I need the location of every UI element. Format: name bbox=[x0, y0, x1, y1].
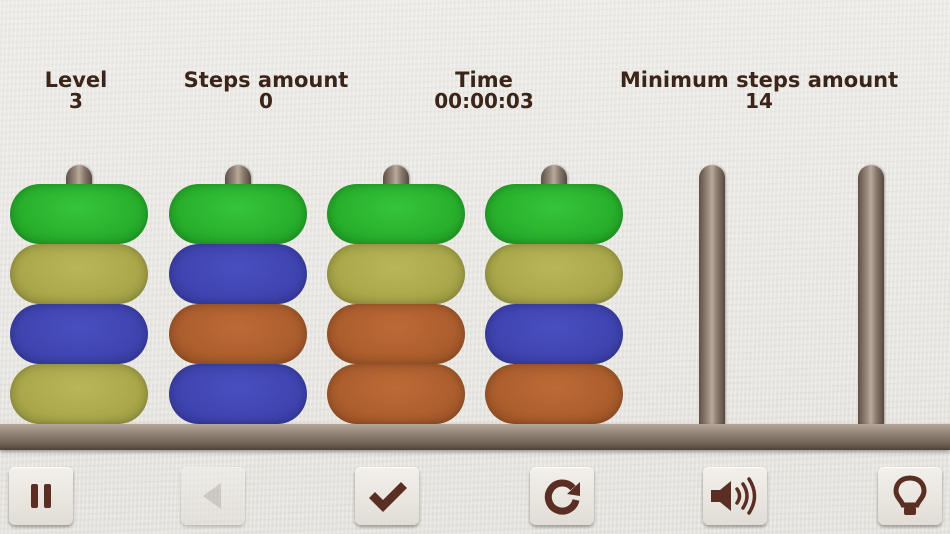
checkmark-icon bbox=[369, 482, 407, 512]
disk-olive bbox=[327, 244, 465, 304]
undo-arrow-icon bbox=[203, 483, 221, 509]
min-steps-stat: Minimum steps amount 14 bbox=[620, 70, 898, 112]
level-stat: Level 3 bbox=[45, 70, 108, 112]
restart-icon bbox=[544, 479, 580, 515]
time-stat: Time 00:00:03 bbox=[434, 70, 534, 112]
level-label: Level bbox=[44, 68, 108, 92]
disk-green[interactable] bbox=[169, 184, 307, 244]
disk-green[interactable] bbox=[327, 184, 465, 244]
steps-label: Steps amount bbox=[183, 68, 349, 92]
disk-olive bbox=[485, 244, 623, 304]
steps-stat: Steps amount 0 bbox=[184, 70, 349, 112]
lightbulb-hint-icon bbox=[893, 475, 927, 515]
disk-blue bbox=[485, 304, 623, 364]
disk-orange bbox=[169, 304, 307, 364]
min-steps-label: Minimum steps amount bbox=[619, 68, 899, 92]
disk-green[interactable] bbox=[485, 184, 623, 244]
sound-on-icon bbox=[711, 477, 757, 515]
disk-green[interactable] bbox=[10, 184, 148, 244]
disk-orange bbox=[327, 304, 465, 364]
hint-button[interactable] bbox=[878, 467, 942, 525]
sound-button[interactable] bbox=[703, 467, 767, 525]
disk-blue bbox=[169, 244, 307, 304]
level-value: 3 bbox=[69, 89, 83, 113]
disk-blue bbox=[10, 304, 148, 364]
time-value: 00:00:03 bbox=[434, 89, 534, 113]
disk-olive bbox=[10, 244, 148, 304]
undo-button[interactable] bbox=[181, 467, 245, 525]
disk-olive bbox=[10, 364, 148, 424]
time-label: Time bbox=[455, 68, 513, 92]
restart-button[interactable] bbox=[530, 467, 594, 525]
disk-blue bbox=[169, 364, 307, 424]
min-steps-value: 14 bbox=[745, 89, 773, 113]
disk-orange bbox=[327, 364, 465, 424]
check-button[interactable] bbox=[355, 467, 419, 525]
peg-5[interactable] bbox=[699, 165, 725, 424]
steps-value: 0 bbox=[259, 89, 273, 113]
disk-orange bbox=[485, 364, 623, 424]
pause-button[interactable] bbox=[9, 467, 73, 525]
pause-icon bbox=[31, 484, 51, 508]
peg-6[interactable] bbox=[858, 165, 884, 424]
peg-base bbox=[0, 424, 950, 450]
